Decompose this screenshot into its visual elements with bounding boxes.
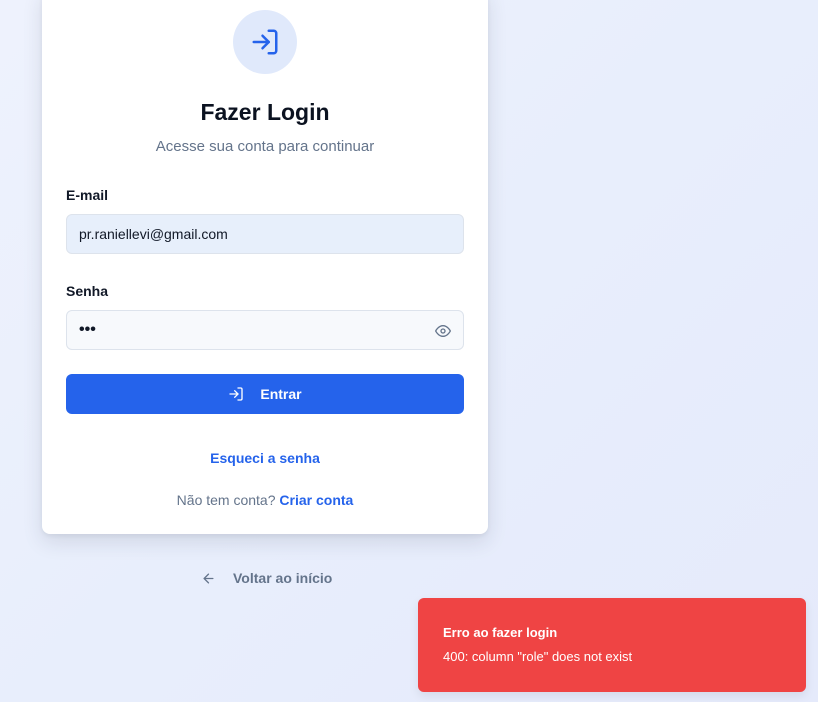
create-account-link[interactable]: Criar conta xyxy=(279,492,353,508)
password-label: Senha xyxy=(66,283,109,299)
forgot-password-link[interactable]: Esqueci a senha xyxy=(42,450,488,466)
login-button-label: Entrar xyxy=(260,386,302,402)
login-card: Fazer Login Acesse sua conta para contin… xyxy=(42,0,488,534)
password-field[interactable]: ••• xyxy=(66,310,464,350)
login-arrow-icon xyxy=(229,387,244,401)
error-toast[interactable]: Erro ao fazer login 400: column "role" d… xyxy=(418,598,806,692)
toast-title: Erro ao fazer login xyxy=(443,625,558,640)
no-account-text: Não tem conta? xyxy=(176,492,276,508)
page-title: Fazer Login xyxy=(200,99,330,125)
email-value: pr.raniellevi@gmail.com xyxy=(79,226,228,242)
back-home-link[interactable]: Voltar ao início xyxy=(201,570,332,586)
page-subtitle: Acesse sua conta para continuar xyxy=(155,138,375,155)
email-label: E-mail xyxy=(66,187,109,203)
signup-prompt: Não tem conta? Criar conta xyxy=(42,492,488,508)
toast-message: 400: column "role" does not exist xyxy=(443,649,633,664)
back-home-label: Voltar ao início xyxy=(233,570,333,586)
login-arrow-icon xyxy=(252,29,278,55)
login-button[interactable]: Entrar xyxy=(66,374,464,414)
show-password-toggle[interactable] xyxy=(434,322,452,340)
email-field[interactable]: pr.raniellevi@gmail.com xyxy=(66,214,464,254)
login-logo xyxy=(233,10,297,74)
eye-icon xyxy=(435,325,451,337)
password-value: ••• xyxy=(79,321,96,338)
arrow-left-icon xyxy=(203,573,214,583)
